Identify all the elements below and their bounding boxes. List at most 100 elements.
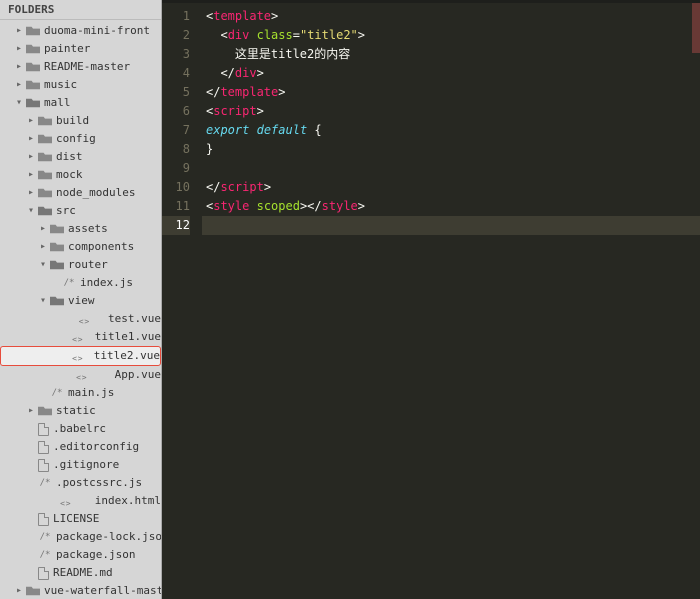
tree-item[interactable]: ▾ mall xyxy=(0,94,161,112)
tree-item[interactable]: .babelrc xyxy=(0,420,161,438)
tree-item-label: LICENSE xyxy=(53,512,99,526)
code-line[interactable]: 这里是title2的内容 xyxy=(202,45,700,64)
tree-item[interactable]: ▸README-master xyxy=(0,58,161,76)
tree-item[interactable]: title1.vue xyxy=(0,328,161,346)
code-line[interactable]: } xyxy=(202,140,700,159)
source[interactable]: <template> <div class="title2"> 这里是title… xyxy=(202,7,700,599)
line-number: 3 xyxy=(162,45,190,64)
chevron-down-icon[interactable]: ▾ xyxy=(36,258,50,272)
chevron-right-icon[interactable]: ▸ xyxy=(12,42,26,56)
code-line[interactable]: </template> xyxy=(202,83,700,102)
tree-item[interactable]: index.html xyxy=(0,492,161,510)
tree-item[interactable]: App.vue xyxy=(0,366,161,384)
tree-item[interactable]: ▸ mock xyxy=(0,166,161,184)
tree-item-label: assets xyxy=(68,222,108,236)
chevron-right-icon[interactable]: ▸ xyxy=(24,168,38,182)
tree-item-label: vue-waterfall-master xyxy=(44,584,161,598)
line-number: 10 xyxy=(162,178,190,197)
js-file-icon xyxy=(38,530,52,544)
tree-item-label: mock xyxy=(56,168,83,182)
chevron-right-icon[interactable]: ▸ xyxy=(12,584,26,598)
tree-item[interactable]: .postcssrc.js xyxy=(0,474,161,492)
chevron-right-icon[interactable]: ▸ xyxy=(12,24,26,38)
gutter: 123456789101112 xyxy=(162,7,202,599)
tree-item-label: static xyxy=(56,404,96,418)
tree-item[interactable]: ▸components xyxy=(0,238,161,256)
tree-item[interactable]: ▸config xyxy=(0,130,161,148)
tree-item[interactable]: ▾src xyxy=(0,202,161,220)
tree-item[interactable]: ▸ static xyxy=(0,402,161,420)
tree-item[interactable]: ▾ view xyxy=(0,292,161,310)
chevron-right-icon[interactable]: ▸ xyxy=(24,186,38,200)
tree-item[interactable]: package-lock.json xyxy=(0,528,161,546)
folder-icon xyxy=(38,187,52,199)
tree-item-label: router xyxy=(68,258,108,272)
folder-icon xyxy=(26,79,40,91)
chevron-right-icon[interactable]: ▸ xyxy=(24,150,38,164)
line-number: 4 xyxy=(162,64,190,83)
tree-item-label: view xyxy=(68,294,95,308)
tree-item[interactable]: package.json xyxy=(0,546,161,564)
code-line[interactable]: <div class="title2"> xyxy=(202,26,700,45)
code-line[interactable]: <script> xyxy=(202,102,700,121)
folder-icon xyxy=(50,241,64,253)
code-line[interactable] xyxy=(202,216,700,235)
line-number: 2 xyxy=(162,26,190,45)
minimap[interactable] xyxy=(692,3,700,53)
tree-item[interactable]: ▸music xyxy=(0,76,161,94)
js-file-icon xyxy=(62,276,76,290)
chevron-down-icon[interactable]: ▾ xyxy=(12,96,26,110)
chevron-down-icon[interactable]: ▾ xyxy=(36,294,50,308)
tree-item[interactable]: ▸ vue-waterfall-master xyxy=(0,582,161,599)
line-number: 5 xyxy=(162,83,190,102)
tree-item[interactable]: ▸node_modules xyxy=(0,184,161,202)
tree-item[interactable]: ▸ painter xyxy=(0,40,161,58)
code-line[interactable]: export default { xyxy=(202,121,700,140)
file-icon xyxy=(38,513,49,526)
tree-item[interactable]: ▾ router xyxy=(0,256,161,274)
tree-item-label: mall xyxy=(44,96,71,110)
code-file-icon xyxy=(63,349,90,363)
code-file-icon xyxy=(62,330,91,344)
tree-item[interactable]: README.md xyxy=(0,564,161,582)
tree-item[interactable]: .editorconfig xyxy=(0,438,161,456)
line-number: 1 xyxy=(162,7,190,26)
chevron-right-icon[interactable]: ▸ xyxy=(24,114,38,128)
line-number: 7 xyxy=(162,121,190,140)
chevron-right-icon[interactable]: ▸ xyxy=(24,404,38,418)
tree-item[interactable]: index.js xyxy=(0,274,161,292)
tree-item-label: title1.vue xyxy=(95,330,161,344)
tree-item[interactable]: test.vue xyxy=(0,310,161,328)
tree-item-label: .postcssrc.js xyxy=(56,476,142,490)
tree-item-label: package.json xyxy=(56,548,135,562)
tree-item-label: index.js xyxy=(80,276,133,290)
chevron-right-icon[interactable]: ▸ xyxy=(12,60,26,74)
chevron-right-icon[interactable]: ▸ xyxy=(12,78,26,92)
tree-item[interactable]: ▸build xyxy=(0,112,161,130)
code-area[interactable]: 123456789101112 <template> <div class="t… xyxy=(162,3,700,599)
tree-item[interactable]: ▸duoma-mini-front xyxy=(0,22,161,40)
chevron-right-icon[interactable]: ▸ xyxy=(36,240,50,254)
chevron-down-icon[interactable]: ▾ xyxy=(24,204,38,218)
chevron-right-icon[interactable]: ▸ xyxy=(36,222,50,236)
folder-icon xyxy=(26,97,40,109)
tree-item[interactable]: .gitignore xyxy=(0,456,161,474)
tree-item-label: painter xyxy=(44,42,90,56)
code-line[interactable]: <template> xyxy=(202,7,700,26)
line-number: 6 xyxy=(162,102,190,121)
code-line[interactable]: <style scoped></style> xyxy=(202,197,700,216)
tree-item-label: App.vue xyxy=(115,368,161,382)
chevron-right-icon[interactable]: ▸ xyxy=(24,132,38,146)
code-line[interactable]: </script> xyxy=(202,178,700,197)
tree-item[interactable]: ▸dist xyxy=(0,148,161,166)
tree-item[interactable]: ▸ assets xyxy=(0,220,161,238)
file-icon xyxy=(38,423,49,436)
code-line[interactable]: </div> xyxy=(202,64,700,83)
tree-item[interactable]: LICENSE xyxy=(0,510,161,528)
tree-item-selected[interactable]: title2.vue xyxy=(0,346,161,366)
folder-icon xyxy=(26,25,40,37)
tree-item[interactable]: main.js xyxy=(0,384,161,402)
code-line[interactable] xyxy=(202,159,700,178)
tree-item-label: .editorconfig xyxy=(53,440,139,454)
code-file-icon xyxy=(62,312,104,326)
